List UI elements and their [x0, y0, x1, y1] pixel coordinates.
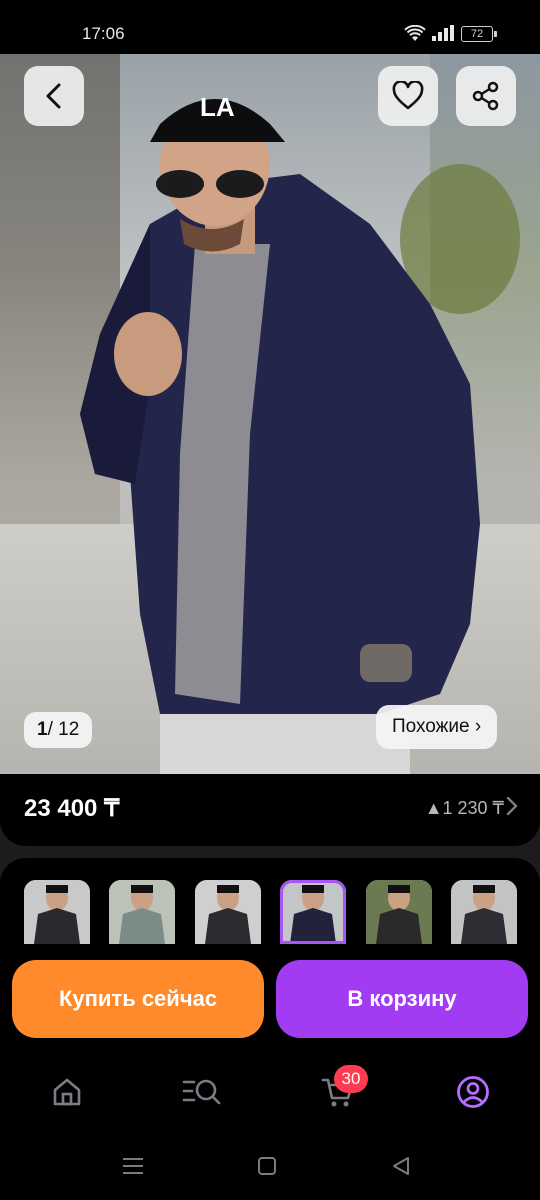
- price-card[interactable]: 23 400 ₸ ▲1 230 ₸: [0, 774, 540, 846]
- battery-indicator: 72: [461, 26, 497, 42]
- thumbnail[interactable]: [24, 880, 90, 944]
- catalog-search-icon: [182, 1079, 221, 1105]
- home-square-icon[interactable]: [257, 1156, 277, 1176]
- home-icon: [53, 1078, 81, 1106]
- buy-now-button[interactable]: Купить сейчас: [12, 960, 264, 1038]
- status-time: 17:06: [82, 24, 125, 43]
- thumbnail-strip[interactable]: [0, 880, 540, 944]
- thumbnail-image: [195, 880, 261, 944]
- profile-icon: [457, 1076, 489, 1108]
- share-icon: [472, 81, 499, 111]
- cart-count-badge: 30: [334, 1065, 368, 1093]
- product-photo[interactable]: LA: [0, 54, 540, 774]
- share-button[interactable]: [456, 66, 516, 126]
- thumbnail[interactable]: [195, 880, 261, 944]
- product-price: 23 400 ₸: [24, 795, 120, 822]
- menu-icon[interactable]: [122, 1156, 144, 1176]
- bonus-points: ▲1 230 ₸: [424, 798, 504, 818]
- similar-button[interactable]: Похожие ›: [376, 705, 498, 749]
- status-bar: 17:06 72: [0, 0, 540, 54]
- thumbnail-image: [280, 880, 346, 944]
- chevron-right-icon: [506, 796, 518, 816]
- image-counter: 1/ 12: [24, 712, 93, 748]
- back-triangle-icon[interactable]: [391, 1156, 411, 1176]
- signal-icon: [432, 25, 456, 46]
- model-illustration: LA: [80, 92, 480, 774]
- heart-icon: [392, 81, 424, 110]
- wifi-icon: [404, 24, 426, 48]
- image-index: 1: [37, 719, 48, 740]
- thumbnail-image: [451, 880, 517, 944]
- image-counter-separator: /: [47, 719, 59, 740]
- favorite-button[interactable]: [378, 66, 438, 126]
- svg-text:LA: LA: [200, 92, 235, 122]
- tab-home[interactable]: [47, 1072, 87, 1112]
- thumbnail[interactable]: [451, 880, 517, 944]
- thumbnail-image: [24, 880, 90, 944]
- back-button[interactable]: [24, 66, 84, 126]
- add-to-cart-button[interactable]: В корзину: [276, 960, 528, 1038]
- chevron-left-icon: [46, 83, 61, 109]
- thumbnail-selected[interactable]: [280, 880, 346, 944]
- thumbnail-image: [366, 880, 432, 944]
- image-total: 12: [58, 719, 80, 740]
- thumbnail[interactable]: [366, 880, 432, 944]
- thumbnail-image: [109, 880, 175, 944]
- tab-profile[interactable]: [453, 1072, 493, 1112]
- tab-catalog[interactable]: [182, 1072, 222, 1112]
- thumbnail[interactable]: [109, 880, 175, 944]
